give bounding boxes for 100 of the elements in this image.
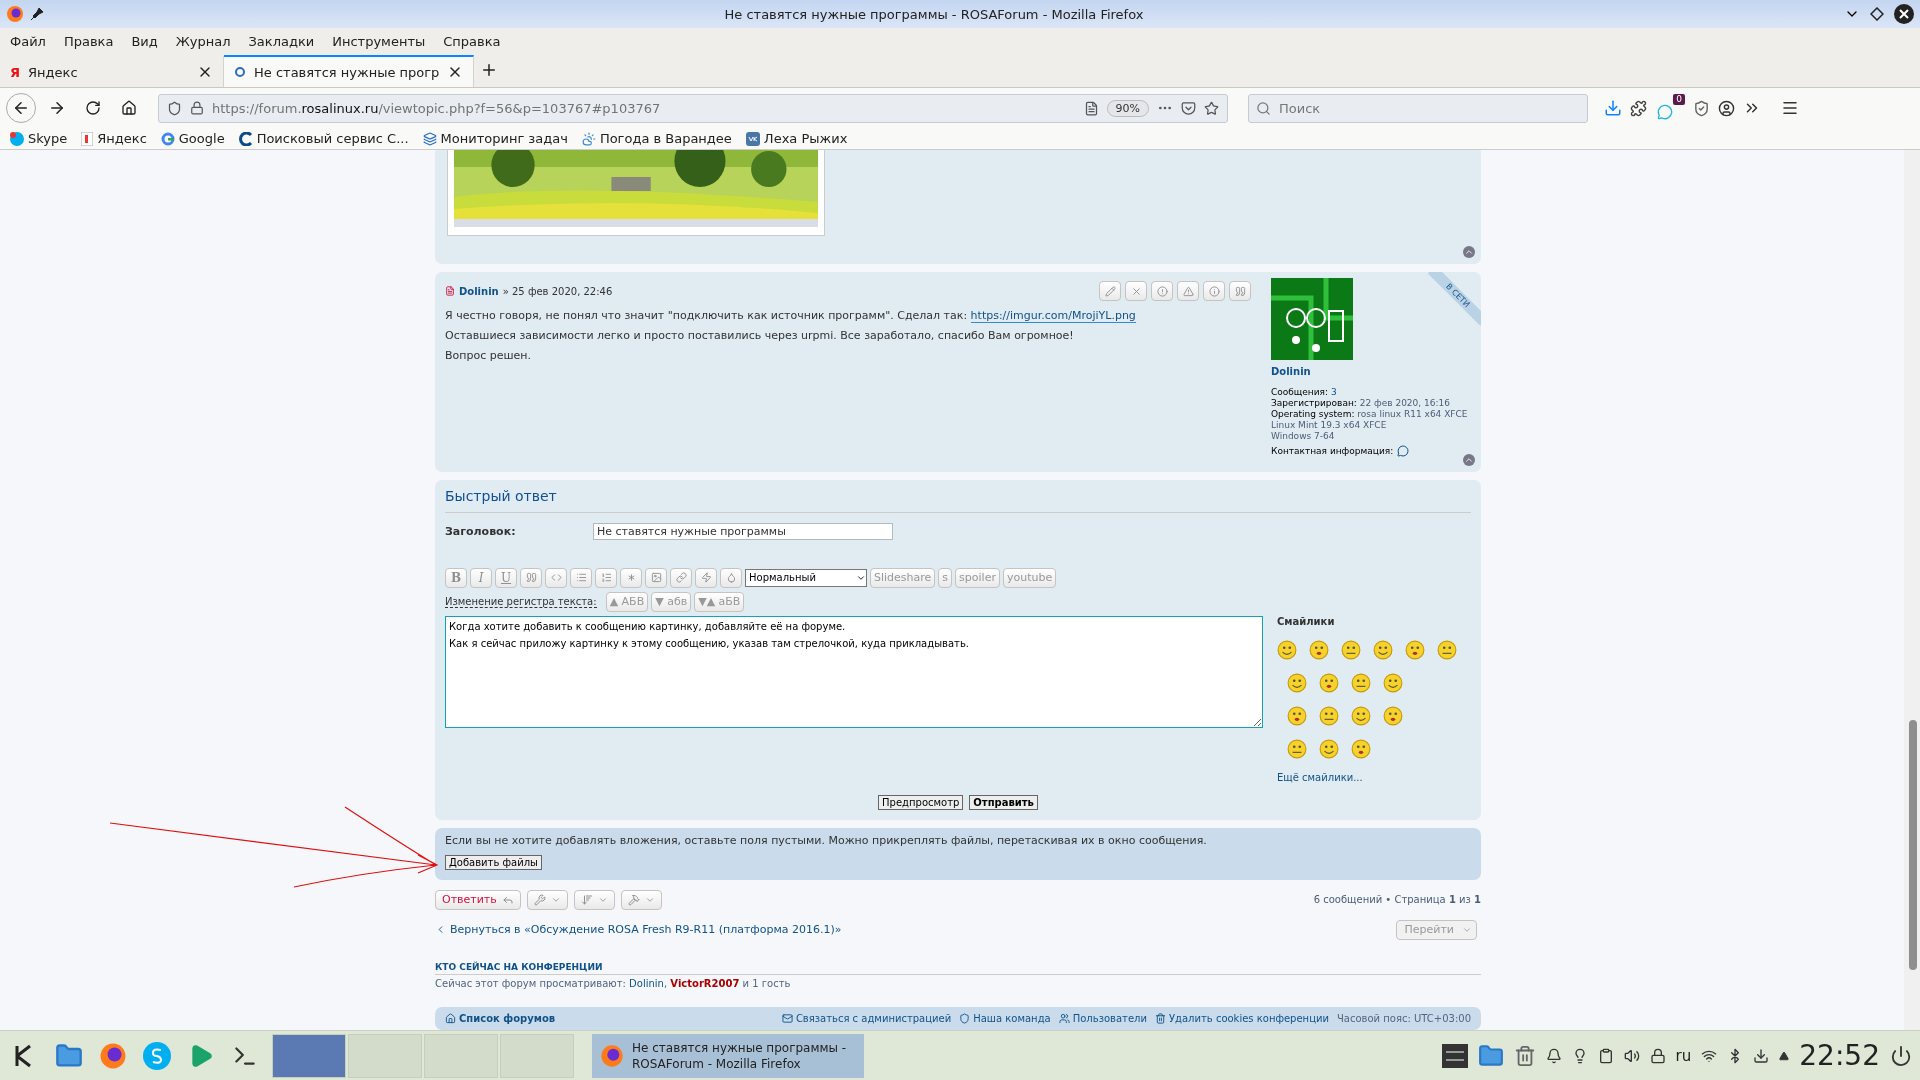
submit-button[interactable]: Отправить — [969, 794, 1038, 810]
profile-field: Контактная информация: — [1271, 445, 1394, 457]
bookmark-item[interactable]: Леха Рыжих — [745, 131, 848, 146]
home-icon — [445, 1012, 456, 1024]
bookmark-star-icon[interactable] — [1204, 100, 1219, 116]
add-files-button[interactable]: Добавить файлы — [445, 854, 542, 870]
smiley-icon[interactable] — [1437, 639, 1457, 660]
maximize-icon[interactable] — [1870, 7, 1884, 21]
tab-favicon — [234, 66, 246, 78]
footer-link[interactable]: Наша команда — [959, 1012, 1051, 1024]
account-icon[interactable] — [1718, 99, 1735, 117]
power-icon[interactable] — [1890, 1044, 1912, 1067]
smiley-icon[interactable] — [1351, 672, 1371, 693]
smiley-icon[interactable] — [1383, 672, 1403, 693]
smiley-icon[interactable] — [1405, 639, 1425, 660]
info-icon — [1208, 285, 1220, 297]
desktop-pager[interactable] — [272, 1033, 346, 1078]
bookmark-item[interactable]: Мониторинг задач — [422, 131, 568, 146]
back-link[interactable]: Вернуться в «Обсуждение ROSA Fresh R9-R11 (платформа 2016.1)» — [435, 923, 842, 937]
smiley-icon[interactable] — [1319, 705, 1339, 726]
menu-item[interactable]: Журнал — [175, 34, 231, 49]
footer-link[interactable]: Удалить cookies конференции — [1154, 1012, 1329, 1024]
font-size-select[interactable]: Нормальный — [745, 568, 867, 587]
forward-arrow-icon — [48, 99, 66, 117]
tab-favicon: Я — [10, 64, 20, 80]
quote-icon — [1234, 285, 1246, 297]
author-link[interactable]: Dolinin — [459, 285, 499, 297]
footer-icon — [959, 1012, 971, 1024]
tray-expand-icon[interactable] — [1779, 1050, 1790, 1061]
image-icon — [650, 572, 662, 584]
folder-icon[interactable] — [1477, 1042, 1504, 1069]
address-bar[interactable]: https://forum.rosalinux.ru/viewtopic.php?f=56&p=103767#p103767 90% — [158, 93, 1228, 123]
pocket-icon[interactable] — [1181, 100, 1196, 116]
zoom-indicator[interactable]: 90% — [1106, 99, 1149, 117]
user-link[interactable]: VictorR2007 — [670, 977, 740, 989]
message-icon[interactable] — [1397, 445, 1410, 457]
smiley-icon[interactable] — [1351, 705, 1371, 726]
post-text: Вопрос решен. — [445, 348, 532, 364]
post-link[interactable]: https://imgur.com/MrojiYL.png — [970, 309, 1136, 323]
smiley-icon[interactable] — [1383, 705, 1403, 726]
forum-index-link[interactable]: Список форумов — [445, 1012, 556, 1024]
footer-link[interactable]: Пользователи — [1058, 1012, 1147, 1024]
smiley-icon[interactable] — [1287, 672, 1307, 693]
bookmark-item[interactable]: Погода в Варандее — [581, 131, 732, 146]
bookmark-item[interactable]: Skype — [10, 131, 68, 146]
window-title: Не ставятся нужные программы - ROSAForum - Mozilla Firefox — [723, 6, 1145, 22]
volume-icon[interactable] — [1623, 1047, 1640, 1064]
bookmark-item[interactable]: Яндекс — [81, 131, 147, 146]
keyboard-layout[interactable]: ru — [1675, 1046, 1692, 1065]
task-button[interactable]: Не ставятся нужные программы - ROSAForum - Mozilla Firefox — [592, 1033, 864, 1078]
smiley-icon[interactable] — [1277, 639, 1297, 660]
lock-icon[interactable] — [1649, 1047, 1666, 1064]
smiley-icon[interactable] — [1287, 705, 1307, 726]
pin-icon[interactable] — [30, 7, 44, 21]
menu-item[interactable]: Закладки — [248, 34, 315, 49]
profile-name[interactable]: Dolinin — [1271, 366, 1471, 377]
back-to-top-icon[interactable] — [1463, 246, 1475, 258]
toolbar-button[interactable] — [695, 567, 717, 588]
message-field[interactable]: Когда хотите добавить к сообщению картинку, добавляйте её на форуме. Как я сейчас приложу картинку к этому сообщению, указав там стрелочкой, куда прикладывать. — [445, 615, 1263, 728]
menu-item[interactable]: Правка — [63, 34, 114, 49]
subject-field[interactable]: Не ставятся нужные программы — [593, 522, 893, 540]
preview-button[interactable]: Предпросмотр — [878, 794, 964, 810]
menu-item[interactable]: Файл — [10, 34, 46, 49]
menu-item[interactable]: Вид — [131, 34, 158, 49]
smiley-icon[interactable] — [1319, 738, 1339, 759]
user-link[interactable]: Dolinin — [629, 977, 664, 989]
smiley-icon[interactable] — [1287, 738, 1307, 759]
smilies-title: Смайлики — [1277, 615, 1336, 627]
clipboard-icon[interactable] — [1597, 1047, 1614, 1064]
search-field[interactable]: Поиск — [1248, 93, 1588, 123]
smiley-icon[interactable] — [1351, 738, 1371, 759]
warning-icon — [1182, 285, 1194, 297]
vk-icon — [745, 131, 760, 146]
exclamation-icon — [1156, 285, 1168, 297]
lock-icon — [190, 101, 204, 115]
bookmark-item[interactable]: Google — [160, 131, 225, 146]
menu-item[interactable]: Инструменты — [332, 34, 426, 49]
trash-icon[interactable] — [1513, 1044, 1536, 1067]
mixer-icon[interactable] — [1441, 1043, 1468, 1068]
smiley-icon[interactable] — [1309, 639, 1329, 660]
menu-item[interactable]: Справка — [443, 34, 501, 49]
back-to-top-icon[interactable] — [1463, 453, 1475, 466]
footer-link[interactable]: Связаться с администрацией — [781, 1012, 952, 1024]
firefox-icon — [600, 1043, 624, 1068]
smiley-icon[interactable] — [1341, 639, 1361, 660]
menu-icon[interactable] — [1781, 99, 1799, 117]
shield-extension-icon[interactable] — [1693, 99, 1710, 117]
browser-tab[interactable]: Не ставятся нужные прогр — [224, 55, 475, 87]
more-smilies-link[interactable]: Ещё смайлики... — [1277, 771, 1457, 783]
scrollbar-thumb[interactable] — [1909, 720, 1917, 970]
notification-icon[interactable] — [1545, 1047, 1562, 1064]
extension-icon[interactable] — [1630, 99, 1647, 117]
quote-icon — [525, 572, 537, 584]
reader-view-icon[interactable] — [1083, 100, 1099, 116]
smiley-icon[interactable] — [1319, 672, 1339, 693]
reply-button[interactable]: Ответить — [435, 889, 521, 910]
close-icon[interactable] — [1894, 4, 1914, 24]
bookmark-item[interactable]: Поисковый сервис С... — [238, 131, 409, 146]
download-icon[interactable] — [1604, 99, 1622, 117]
smiley-icon[interactable] — [1373, 639, 1393, 660]
